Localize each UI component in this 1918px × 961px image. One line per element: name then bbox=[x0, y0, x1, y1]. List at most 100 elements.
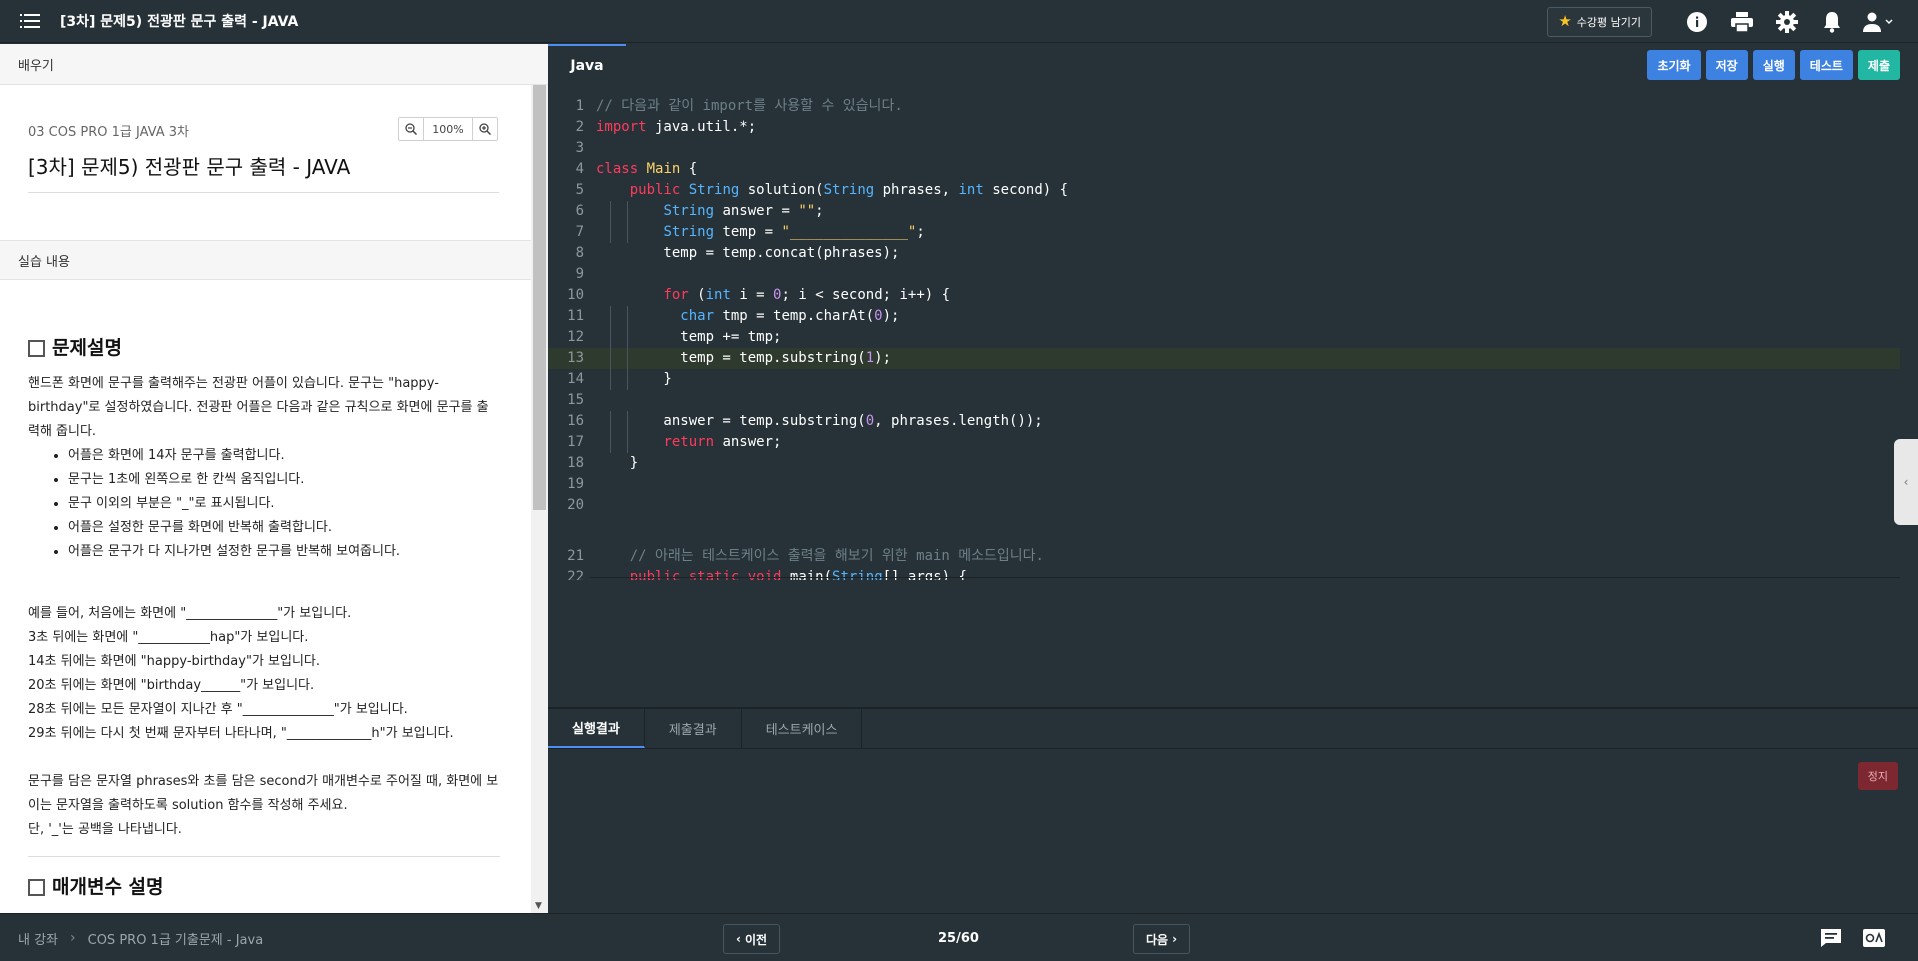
code-line[interactable]: 15 bbox=[548, 390, 1900, 411]
line-number: 12 bbox=[567, 329, 584, 345]
bell-icon bbox=[1823, 11, 1840, 33]
code-text: // 다음과 같이 import를 사용할 수 있습니다. bbox=[596, 98, 903, 114]
breadcrumb-course[interactable]: COS PRO 1급 기출문제 - Java bbox=[88, 929, 264, 948]
zoom-out-button[interactable] bbox=[399, 118, 423, 140]
print-button[interactable] bbox=[1719, 0, 1764, 43]
code-line[interactable]: 18 } bbox=[548, 453, 1900, 474]
code-text: char tmp = temp.charAt(0); bbox=[680, 308, 900, 324]
line-number: 14 bbox=[567, 371, 584, 387]
lesson-panel: 배우기 03 COS PRO 1급 JAVA 3차 [3차] 문제5) 전광판 … bbox=[0, 44, 548, 913]
list-item: 어플은 설정한 문구를 화면에 반복해 출력합니다. bbox=[68, 516, 500, 540]
line-number: 18 bbox=[567, 455, 584, 471]
submit-button[interactable]: 제출 bbox=[1857, 50, 1900, 80]
code-line[interactable]: 9 bbox=[548, 264, 1900, 285]
code-line[interactable]: 3 bbox=[548, 138, 1900, 159]
line-number: 22 bbox=[567, 569, 584, 580]
comment-button[interactable] bbox=[1819, 926, 1843, 950]
code-line[interactable]: 5 public String solution(String phrases,… bbox=[548, 180, 1900, 201]
code-line[interactable]: 12 temp += tmp; bbox=[548, 327, 1900, 348]
breadcrumb-my-courses[interactable]: 내 강좌 bbox=[18, 929, 58, 948]
info-button[interactable] bbox=[1674, 0, 1719, 43]
code-line[interactable]: 22 public static void main(String[] args… bbox=[548, 567, 1900, 580]
code-line[interactable]: 16 answer = temp.substring(0, phrases.le… bbox=[548, 411, 1900, 432]
breadcrumb: 내 강좌 › COS PRO 1급 기출문제 - Java bbox=[18, 914, 263, 961]
write-review-button[interactable]: ★ 수강평 남기기 bbox=[1547, 6, 1652, 37]
settings-button[interactable] bbox=[1764, 0, 1809, 43]
prev-button[interactable]: ‹ 이전 bbox=[723, 924, 781, 954]
editor-scrollbar[interactable] bbox=[1900, 85, 1918, 745]
test-button[interactable]: 테스트 bbox=[1799, 50, 1853, 80]
code-text: } bbox=[596, 371, 672, 387]
tab-java[interactable]: Java bbox=[548, 44, 626, 85]
tab-testcases[interactable]: 테스트케이스 bbox=[742, 709, 863, 748]
reset-button[interactable]: 초기화 bbox=[1647, 50, 1701, 80]
bottom-bar: 내 강좌 › COS PRO 1급 기출문제 - Java ‹ 이전 25/60 … bbox=[0, 913, 1918, 961]
code-line[interactable]: 8 temp = temp.concat(phrases); bbox=[548, 243, 1900, 264]
next-button[interactable]: 다음 › bbox=[1133, 924, 1191, 954]
code-line[interactable]: 1 // 다음과 같이 import를 사용할 수 있습니다. bbox=[548, 96, 1900, 117]
chevron-left-icon: ‹ bbox=[736, 932, 741, 946]
zoom-in-icon bbox=[479, 123, 491, 135]
notification-button[interactable] bbox=[1809, 0, 1854, 43]
qna-icon bbox=[1863, 929, 1885, 947]
code-text: public static void main(String[] args) { bbox=[629, 569, 967, 580]
next-label: 다음 bbox=[1146, 932, 1169, 947]
checkbox-icon bbox=[28, 878, 45, 896]
scroll-down-icon[interactable]: ▼ bbox=[535, 901, 542, 911]
code-line[interactable]: 6 String answer = ""; bbox=[548, 201, 1900, 222]
code-text: return answer; bbox=[663, 434, 782, 450]
code-line[interactable]: 11 char tmp = temp.charAt(0); bbox=[548, 306, 1900, 327]
settings-icon bbox=[1775, 10, 1798, 33]
example-line: 20초 뒤에는 화면에 "birthday______"가 보입니다. bbox=[28, 678, 315, 693]
tab-submit-result[interactable]: 제출결과 bbox=[645, 709, 742, 748]
run-button[interactable]: 실행 bbox=[1752, 50, 1795, 80]
code-line[interactable]: 19 bbox=[548, 474, 1900, 495]
list-item: 문구는 1초에 왼쪽으로 한 칸씩 움직입니다. bbox=[68, 468, 500, 492]
problem-content: 문제설명 핸드폰 화면에 문구를 출력해주는 전광판 어플이 있습니다. 문구는… bbox=[28, 334, 500, 901]
line-number: 17 bbox=[567, 434, 584, 450]
note-text: 단, '_'는 공백을 나타냅니다. bbox=[28, 822, 182, 837]
top-bar: [3차] 문제5) 전광판 문구 출력 - JAVA ★ 수강평 남기기 bbox=[0, 0, 1918, 43]
code-line[interactable]: 7 String temp = "______________"; bbox=[548, 222, 1900, 243]
user-menu-button[interactable] bbox=[1854, 0, 1902, 43]
code-line[interactable]: 20 bbox=[548, 495, 1900, 516]
code-text: class Main { bbox=[596, 161, 698, 177]
chevron-down-icon bbox=[1885, 18, 1893, 24]
qna-button[interactable] bbox=[1862, 926, 1886, 950]
code-line[interactable]: 2 import java.util.*; bbox=[548, 117, 1900, 138]
zoom-in-button[interactable] bbox=[473, 118, 497, 140]
stop-button[interactable]: 정지 bbox=[1857, 762, 1898, 790]
zoom-out-icon bbox=[405, 123, 417, 135]
code-line[interactable]: 10 for (int i = 0; i < second; i++) { bbox=[548, 285, 1900, 306]
example-line: 28초 뒤에는 모든 문자열이 지나간 후 "______________"가 … bbox=[28, 702, 408, 717]
scrollbar-thumb[interactable] bbox=[533, 85, 546, 510]
output-panel: 실행결과 제출결과 테스트케이스 정지 bbox=[548, 707, 1918, 913]
course-subtitle: 03 COS PRO 1급 JAVA 3차 bbox=[28, 125, 189, 140]
code-line[interactable]: 4 class Main { bbox=[548, 159, 1900, 180]
code-editor[interactable]: 1 // 다음과 같이 import를 사용할 수 있습니다. 2 import ja… bbox=[548, 96, 1900, 580]
comment-icon bbox=[1821, 929, 1841, 947]
list-item: 어플은 화면에 14자 문구를 출력합니다. bbox=[68, 444, 500, 468]
line-number: 3 bbox=[575, 140, 584, 156]
lesson-scrollbar[interactable]: ▼ bbox=[531, 85, 548, 913]
tab-run-result[interactable]: 실행결과 bbox=[548, 709, 645, 748]
code-line[interactable]: 13 temp = temp.substring(1); bbox=[548, 348, 1900, 369]
code-text: String temp = "______________"; bbox=[663, 224, 925, 240]
line-number: 15 bbox=[567, 392, 584, 408]
task-text: 문구를 담은 문자열 phrases와 초를 담은 second가 매개변수로 … bbox=[28, 774, 499, 813]
line-number: 1 bbox=[575, 98, 584, 114]
line-number: 4 bbox=[575, 161, 584, 177]
divider bbox=[590, 577, 1900, 578]
code-text: // 아래는 테스트케이스 출력을 해보기 위한 main 메소드입니다. bbox=[629, 548, 1044, 564]
code-line[interactable]: 17 return answer; bbox=[548, 432, 1900, 453]
code-line[interactable]: 14 } bbox=[548, 369, 1900, 390]
code-text: for (int i = 0; i < second; i++) { bbox=[663, 287, 951, 303]
menu-button[interactable] bbox=[0, 0, 60, 43]
save-button[interactable]: 저장 bbox=[1705, 50, 1748, 80]
code-text: temp = temp.concat(phrases); bbox=[596, 245, 900, 261]
panel-toggle-button[interactable]: ‹ bbox=[1894, 439, 1918, 525]
code-line[interactable]: 21 // 아래는 테스트케이스 출력을 해보기 위한 main 메소드입니다. bbox=[548, 546, 1900, 567]
line-number: 11 bbox=[567, 308, 584, 324]
